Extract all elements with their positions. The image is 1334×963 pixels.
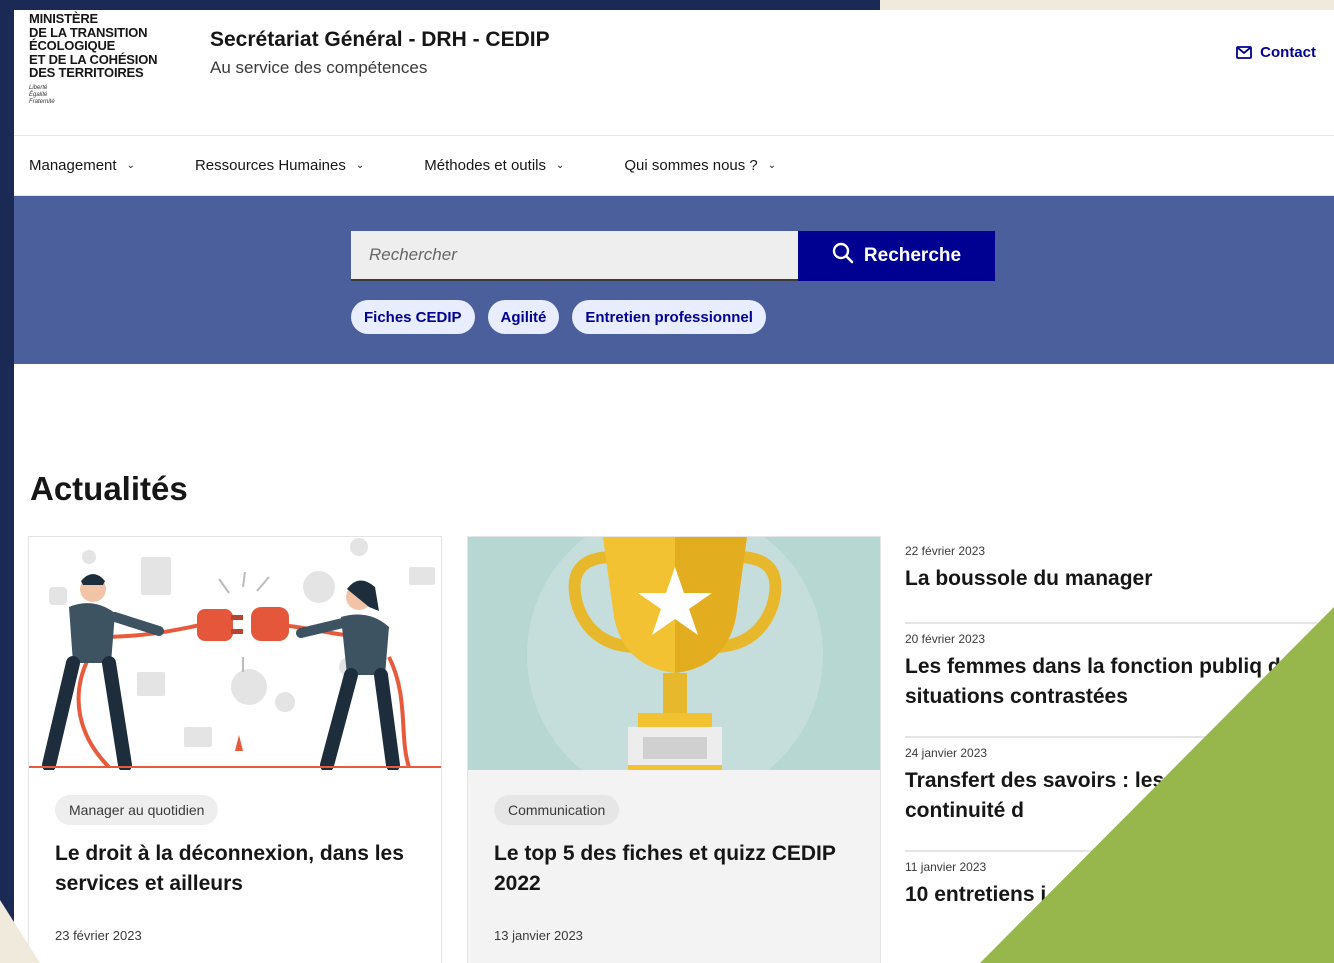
list-item-date: 11 janvier 2023 [905, 860, 987, 874]
news-card[interactable]: Manager au quotidien Le droit à la décon… [28, 536, 442, 963]
ministry-line: DES TERRITOIRES [29, 65, 144, 80]
search-section: Recherche Fiches CEDIP Agilité Entretien… [14, 196, 1334, 364]
chevron-down-icon: ⌄ [126, 160, 135, 171]
main-nav: Management ⌄ Ressources Humaines ⌄ Métho… [14, 136, 1334, 196]
ministry-line: ÉCOLOGIQUE [29, 38, 116, 53]
list-item[interactable]: 20 février 2023 Les femmes dans la fonct… [905, 624, 1317, 738]
news-section-title: Actualités [30, 470, 188, 507]
mail-icon [1236, 46, 1253, 59]
search-bar: Recherche [351, 231, 995, 281]
category-badge: Manager au quotidien [55, 795, 219, 825]
list-item[interactable]: 11 janvier 2023 10 entretiens i manager … [905, 852, 1317, 963]
site-header: MINISTÈRE DE LA TRANSITION ÉCOLOGIQUE ET… [14, 10, 1334, 136]
news-list: 22 février 2023 La boussole du manager 2… [905, 536, 1317, 963]
search-input[interactable] [351, 231, 798, 281]
nav-item-label: Méthodes et outils [424, 157, 546, 174]
nav-item-management[interactable]: Management ⌄ [29, 157, 135, 174]
list-item-date: 22 février 2023 [905, 544, 986, 558]
site-title[interactable]: Secrétariat Général - DRH - CEDIP [210, 28, 550, 52]
chevron-down-icon: ⌄ [767, 160, 777, 171]
search-icon [832, 242, 854, 270]
list-item-title[interactable]: Les femmes dans la fonction publiq des s… [905, 652, 1317, 712]
chevron-down-icon: ⌄ [355, 160, 365, 171]
ministry-logo[interactable]: MINISTÈRE DE LA TRANSITION ÉCOLOGIQUE ET… [29, 12, 179, 106]
list-item-date: 20 février 2023 [905, 632, 986, 646]
ministry-line: ET DE LA COHÉSION [29, 51, 158, 67]
list-item-title[interactable]: La boussole du manager [905, 564, 1317, 594]
trophy-illustration [468, 537, 880, 770]
nav-item-ressources-humaines[interactable]: Ressources Humaines ⌄ [195, 157, 364, 174]
card-title[interactable]: Le top 5 des fiches et quizz CEDIP 2022 [494, 839, 864, 899]
list-item-date: 24 janvier 2023 [905, 746, 988, 760]
search-button-label: Recherche [863, 245, 962, 266]
motto-line: Égalité [29, 91, 48, 98]
card-date: 13 janvier 2023 [494, 928, 583, 943]
nav-item-qui-sommes-nous[interactable]: Qui sommes nous ? ⌄ [624, 157, 776, 174]
list-item-title[interactable]: 10 entretiens i manager au [905, 880, 1317, 910]
list-item[interactable]: 22 février 2023 La boussole du manager [905, 536, 1317, 624]
contact-link[interactable]: Contact [1236, 44, 1316, 61]
list-item[interactable]: 24 janvier 2023 Transfert des savoirs : … [905, 738, 1317, 852]
ministry-line: MINISTÈRE [29, 11, 98, 26]
nav-item-label: Management [29, 157, 117, 174]
card-date: 23 février 2023 [55, 928, 142, 943]
contact-label: Contact [1260, 44, 1316, 61]
category-badge: Communication [494, 795, 620, 825]
list-item-title[interactable]: Transfert des savoirs : les assurer la c… [905, 766, 1317, 826]
chevron-down-icon: ⌄ [556, 160, 565, 171]
news-card[interactable]: Communication Le top 5 des fiches et qui… [467, 536, 881, 963]
nav-item-label: Qui sommes nous ? [624, 157, 758, 174]
site-tagline: Au service des compétences [210, 58, 428, 77]
nav-item-label: Ressources Humaines [194, 157, 346, 174]
tag-agilite[interactable]: Agilité [487, 300, 560, 334]
tag-entretien-professionnel[interactable]: Entretien professionnel [572, 300, 766, 334]
nav-item-methodes-outils[interactable]: Méthodes et outils ⌄ [424, 157, 564, 174]
card-title[interactable]: Le droit à la déconnexion, dans les serv… [55, 839, 425, 899]
motto-line: Liberté [29, 84, 48, 91]
disconnect-illustration [29, 537, 441, 770]
frame-decoration-top [880, 0, 1334, 10]
webpage: MINISTÈRE DE LA TRANSITION ÉCOLOGIQUE ET… [14, 10, 1334, 963]
ministry-line: DE LA TRANSITION [29, 24, 148, 40]
motto-line: Fraternité [29, 98, 55, 105]
tag-fiches-cedip[interactable]: Fiches CEDIP [351, 300, 475, 334]
search-button[interactable]: Recherche [798, 231, 995, 281]
quick-tags: Fiches CEDIP Agilité Entretien professio… [351, 300, 766, 334]
frame-decoration-bottom-left [0, 900, 40, 963]
